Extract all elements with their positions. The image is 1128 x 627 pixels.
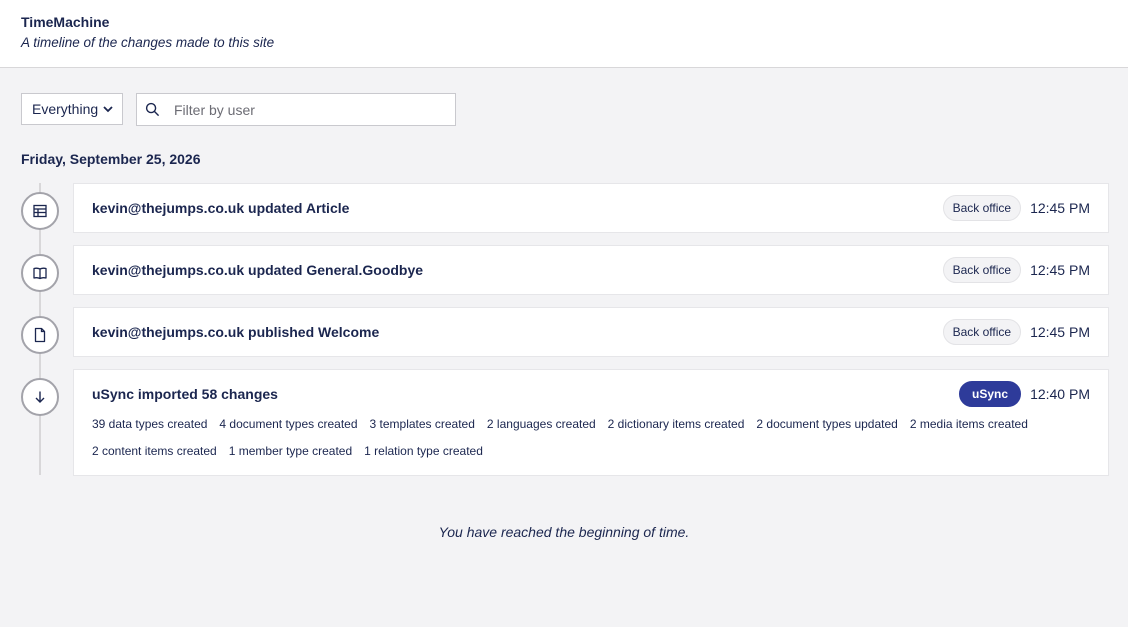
type-filter-select[interactable]: Everything	[21, 93, 123, 125]
timeline: kevin@thejumps.co.uk updated Article Bac…	[21, 183, 1109, 488]
source-badge: Back office	[942, 319, 1022, 345]
entry-message: kevin@thejumps.co.uk updated General.Goo…	[92, 262, 424, 278]
book-icon	[33, 267, 47, 280]
timeline-card[interactable]: kevin@thejumps.co.uk updated Article Bac…	[73, 183, 1109, 233]
change-summary-item: 1 relation type created	[364, 444, 483, 458]
page-header: TimeMachine A timeline of the changes ma…	[0, 0, 1128, 68]
timeline-card[interactable]: kevin@thejumps.co.uk updated General.Goo…	[73, 245, 1109, 295]
date-heading: Friday, September 25, 2026	[21, 151, 201, 167]
type-filter-value: Everything	[32, 101, 99, 117]
chevron-down-icon	[103, 106, 113, 113]
change-summary-item: 3 templates created	[369, 417, 475, 431]
timeline-node	[21, 316, 59, 354]
entry-time: 12:45 PM	[1030, 324, 1090, 340]
search-icon	[145, 102, 160, 117]
entry-message: uSync imported 58 changes	[92, 386, 278, 402]
timeline-node	[21, 192, 59, 230]
user-filter-field[interactable]	[136, 93, 456, 126]
user-filter-input[interactable]	[172, 100, 436, 119]
source-badge: Back office	[942, 257, 1022, 283]
change-summary-item: 2 media items created	[909, 417, 1028, 431]
entry-message: kevin@thejumps.co.uk updated Article	[92, 200, 350, 216]
timeline-entry: kevin@thejumps.co.uk updated Article Bac…	[21, 183, 1109, 233]
change-summary-item: 39 data types created	[92, 417, 208, 431]
app-title: TimeMachine	[21, 14, 110, 30]
document-icon	[34, 327, 46, 343]
timeline-card[interactable]: uSync imported 58 changes uSync 12:40 PM…	[73, 369, 1109, 476]
change-summary-item: 1 member type created	[228, 444, 353, 458]
source-badge: Back office	[942, 195, 1022, 221]
entry-time: 12:45 PM	[1030, 200, 1090, 216]
timeline-entry: kevin@thejumps.co.uk published Welcome B…	[21, 307, 1109, 357]
timeline-node	[21, 254, 59, 292]
entry-time: 12:40 PM	[1030, 386, 1090, 402]
change-summary-item: 2 languages created	[486, 417, 596, 431]
app-subtitle: A timeline of the changes made to this s…	[21, 35, 275, 50]
timeline-node	[21, 378, 59, 416]
source-badge: uSync	[959, 381, 1022, 407]
timeline-entry: kevin@thejumps.co.uk updated General.Goo…	[21, 245, 1109, 295]
timeline-entry: uSync imported 58 changes uSync 12:40 PM…	[21, 369, 1109, 476]
entry-message: kevin@thejumps.co.uk published Welcome	[92, 324, 380, 340]
change-summary-item: 4 document types created	[219, 417, 358, 431]
entry-time: 12:45 PM	[1030, 262, 1090, 278]
change-summary-list: 39 data types created 4 document types c…	[92, 417, 1042, 459]
change-summary-item: 2 document types updated	[756, 417, 898, 431]
table-icon	[33, 204, 47, 218]
timeline-card[interactable]: kevin@thejumps.co.uk published Welcome B…	[73, 307, 1109, 357]
change-summary-item: 2 dictionary items created	[607, 417, 745, 431]
filter-bar: Everything	[21, 93, 456, 126]
end-of-timeline-message: You have reached the beginning of time.	[438, 524, 690, 540]
change-summary-item: 2 content items created	[92, 444, 217, 458]
arrow-down-icon	[35, 391, 45, 403]
